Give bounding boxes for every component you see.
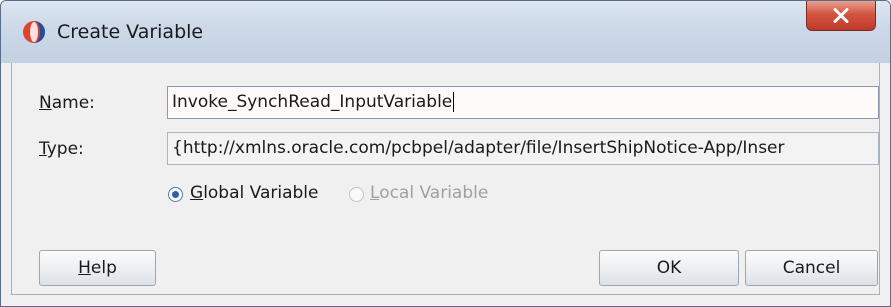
close-icon: [833, 8, 849, 23]
help-button[interactable]: Help: [39, 250, 156, 286]
name-label: Name:: [39, 93, 95, 113]
global-variable-radio[interactable]: [168, 187, 183, 202]
type-label: Type:: [39, 139, 84, 159]
name-input[interactable]: Invoke_SynchRead_InputVariable: [167, 86, 879, 119]
title-bar[interactable]: Create Variable: [1, 1, 890, 63]
create-variable-dialog: Create Variable Name: Invoke_SynchRead_I…: [0, 0, 891, 307]
cancel-button[interactable]: Cancel: [745, 250, 878, 286]
ok-button[interactable]: OK: [599, 250, 739, 286]
close-button[interactable]: [806, 1, 876, 31]
type-field[interactable]: {http://xmlns.oracle.com/pcbpel/adapter/…: [167, 132, 879, 165]
global-variable-label[interactable]: Global Variable: [190, 182, 318, 204]
local-variable-radio[interactable]: [349, 187, 364, 202]
dialog-title: Create Variable: [57, 21, 204, 43]
dialog-body: Name: Invoke_SynchRead_InputVariable Typ…: [11, 63, 880, 295]
text-caret: [453, 92, 455, 112]
local-variable-label[interactable]: Local Variable: [370, 182, 488, 204]
oracle-jdeveloper-icon: [23, 21, 45, 43]
